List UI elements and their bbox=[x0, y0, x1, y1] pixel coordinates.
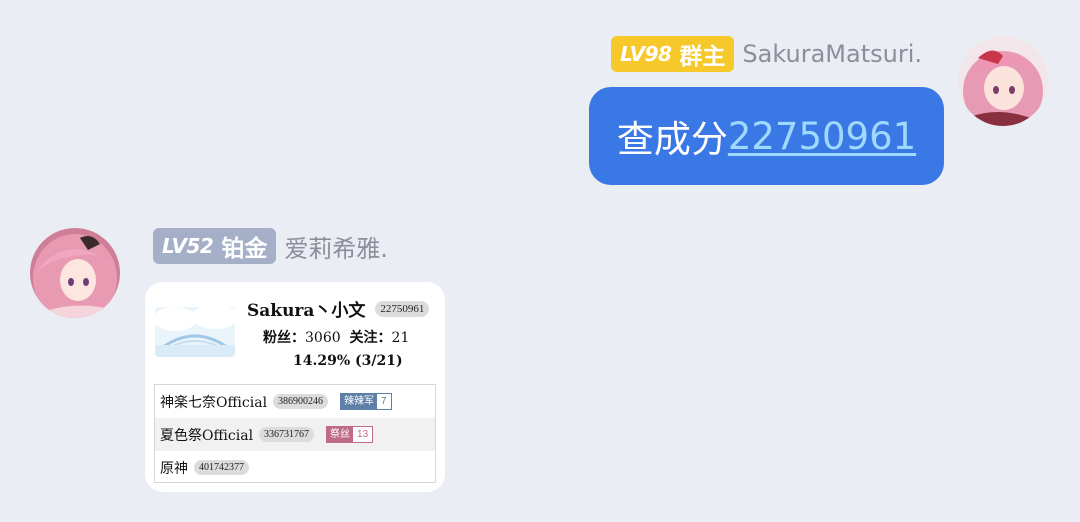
level-label: LV98 bbox=[620, 42, 672, 66]
sender-name[interactable]: SakuraMatsuri. bbox=[742, 40, 922, 68]
fans-label: 粉丝： bbox=[263, 330, 305, 346]
profile-card-bubble[interactable]: Sakura丶小文 22750961 粉丝：3060 关注：21 14.29% … bbox=[145, 282, 445, 492]
group-level-badge: LV98 群主 bbox=[611, 36, 735, 72]
medal-level: 7 bbox=[377, 394, 391, 409]
card-stats: 粉丝：3060 关注：21 bbox=[263, 327, 409, 347]
medal-name: 辣辣军 bbox=[341, 394, 378, 409]
list-item: 原神 401742377 bbox=[155, 451, 435, 484]
outgoing-message-bubble[interactable]: 查成分 22750961 bbox=[589, 87, 944, 185]
sender-avatar[interactable] bbox=[958, 36, 1048, 126]
avatar-image bbox=[958, 36, 1048, 126]
bot-avatar[interactable] bbox=[30, 228, 120, 318]
avatar-image bbox=[30, 228, 120, 318]
group-level-badge: LV52 铂金 bbox=[153, 228, 277, 264]
vtuber-name: 夏色祭Official bbox=[160, 427, 254, 444]
incoming-sender-meta: LV52 铂金 爱莉希雅. bbox=[153, 228, 388, 264]
vtuber-name: 神楽七奈Official bbox=[160, 394, 268, 411]
list-item: 夏色祭Official 336731767 祭丝 13 bbox=[155, 418, 435, 451]
level-label: LV52 bbox=[162, 234, 214, 258]
user-banner-image bbox=[155, 307, 235, 357]
follow-label: 关注： bbox=[349, 330, 392, 346]
medal-name: 祭丝 bbox=[327, 427, 354, 442]
list-item: 神楽七奈Official 386900246 辣辣军 7 bbox=[155, 385, 435, 418]
fans-value: 3060 bbox=[305, 330, 341, 346]
medal-level: 13 bbox=[353, 427, 373, 442]
uid-link[interactable]: 22750961 bbox=[728, 115, 916, 158]
card-user-name: Sakura丶小文 bbox=[247, 301, 366, 321]
vtuber-uid: 401742377 bbox=[194, 460, 249, 475]
message-text: 查成分 bbox=[616, 118, 728, 161]
vtuber-uid: 386900246 bbox=[273, 394, 329, 409]
fan-medal: 祭丝 13 bbox=[326, 426, 374, 443]
vtuber-name: 原神 bbox=[160, 460, 188, 477]
sender-name[interactable]: 爱莉希雅. bbox=[284, 229, 388, 264]
role-label: 群主 bbox=[679, 44, 726, 70]
vtuber-uid: 336731767 bbox=[259, 427, 315, 442]
fan-medal: 辣辣军 7 bbox=[340, 393, 392, 410]
card-header: Sakura丶小文 22750961 bbox=[247, 296, 430, 321]
follow-value: 21 bbox=[391, 330, 410, 346]
card-uid-tag: 22750961 bbox=[375, 300, 430, 317]
role-label: 铂金 bbox=[221, 236, 268, 262]
outgoing-sender-meta: LV98 群主 SakuraMatsuri. bbox=[611, 36, 922, 72]
card-percent: 14.29% (3/21) bbox=[293, 353, 403, 369]
following-list: 神楽七奈Official 386900246 辣辣军 7 夏色祭Official … bbox=[154, 384, 436, 483]
